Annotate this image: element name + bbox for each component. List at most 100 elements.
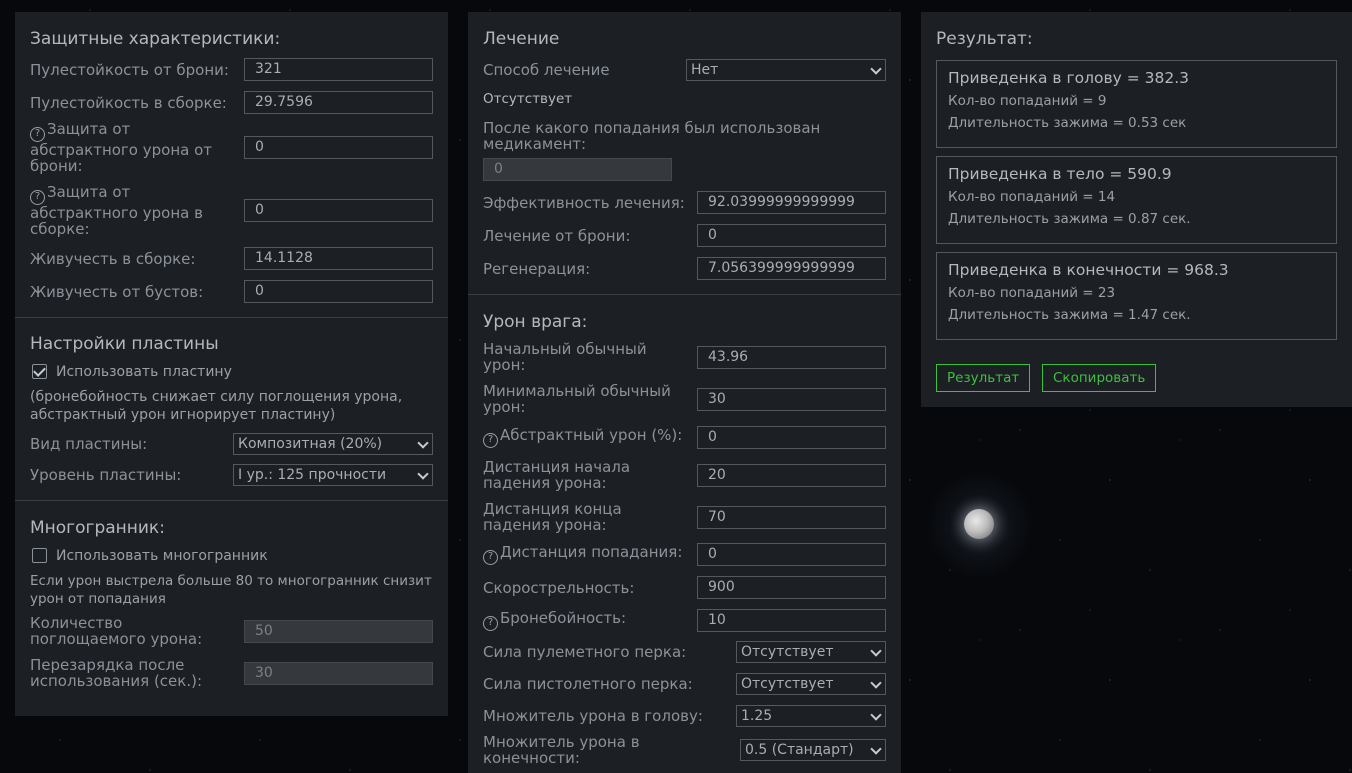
help-icon[interactable]: ?	[483, 550, 498, 565]
heal-method-label: Способ лечение	[483, 61, 610, 79]
help-icon[interactable]: ?	[483, 433, 498, 448]
result-limb-hits: Кол-во попаданий = 23	[948, 285, 1116, 301]
copy-button[interactable]: Скопировать	[1042, 364, 1157, 392]
abstract-armor-text: Защита от абстрактного урона от брони:	[30, 120, 213, 175]
hit-dist-input[interactable]: 0	[697, 543, 886, 566]
head-mult-label: Множитель урона в голову:	[483, 707, 703, 725]
plate-checkbox-label: Использовать пластину	[56, 364, 232, 380]
falloff-start-label: Дистанция начала падения урона:	[483, 458, 631, 492]
rate-input[interactable]: 900	[697, 576, 886, 599]
result-head-hits: Кол-во попаданий = 9	[948, 93, 1107, 109]
heal-method-select[interactable]: Нет	[686, 59, 886, 81]
plate-title: Настройки пластины	[30, 334, 219, 354]
abstract-build-text: Защита от абстрактного урона в сборке:	[30, 183, 203, 238]
armor-bullet-input[interactable]: 321	[244, 58, 433, 81]
abstract-dmg-row: ? Абстрактный урон (%): 0	[483, 426, 886, 449]
plate-type-select[interactable]: Композитная (20%)	[233, 433, 433, 455]
rate-label: Скорострельность:	[483, 578, 635, 597]
abstract-armor-input[interactable]: 0	[244, 136, 433, 159]
plate-type-row: Вид пластины: Композитная (20%)	[30, 433, 433, 455]
result-body-title: Приведенка в тело = 590.9	[948, 165, 1172, 183]
falloff-end-input[interactable]: 70	[697, 505, 886, 529]
result-button[interactable]: Результат	[936, 364, 1031, 392]
plate-section: Настройки пластины Использовать пластину…	[15, 317, 448, 500]
heal-status: Отсутствует	[483, 91, 573, 107]
abstract-dmg-input[interactable]: 0	[697, 426, 886, 449]
poly-reload-input: 30	[244, 661, 433, 685]
hit-dist-label: ? Дистанция попадания:	[483, 544, 697, 565]
mg-perk-label: Сила пулеметного перка:	[483, 643, 687, 661]
plate-level-select[interactable]: I ур.: 125 прочности	[233, 464, 433, 486]
result-body-hits: Кол-во попаданий = 14	[948, 189, 1116, 205]
falloff-start-input[interactable]: 20	[697, 463, 886, 487]
build-bullet-input[interactable]: 29.7596	[244, 91, 433, 114]
abstract-build-input[interactable]: 0	[244, 199, 433, 222]
vitality-boost-row: Живучесть от бустов: 0	[30, 280, 433, 317]
armor-heal-row: Лечение от брони: 0	[483, 224, 886, 247]
after-hit-input: 0	[483, 158, 672, 181]
help-icon[interactable]: ?	[483, 616, 498, 631]
mg-perk-select[interactable]: Отсутствует	[736, 641, 886, 663]
pierce-row: ? Бронебойность: 10	[483, 609, 886, 632]
min-dmg-input[interactable]: 30	[697, 387, 886, 411]
heal-title: Лечение	[483, 29, 560, 49]
armor-heal-label: Лечение от брони:	[483, 226, 631, 245]
limb-mult-row: Множитель урона в конечности: 0.5 (Станд…	[483, 734, 886, 766]
poly-checkbox[interactable]	[32, 548, 47, 563]
initial-dmg-input[interactable]: 43.96	[697, 345, 886, 369]
efficiency-row: Эффективность лечения: 92.03999999999999	[483, 191, 886, 214]
falloff-end-row: Дистанция конца падения урона: 70	[483, 501, 886, 533]
min-dmg-row: Минимальный обычный урон: 30	[483, 383, 886, 415]
abstract-build-row: ? Защита от абстрактного урона в сборке: …	[30, 184, 433, 237]
plate-level-label: Уровень пластины:	[30, 466, 182, 484]
hit-dist-text: Дистанция попадания:	[500, 543, 683, 561]
abstract-armor-label: ? Защита от абстрактного урона от брони:	[30, 121, 244, 174]
plate-checkbox-row[interactable]: Использовать пластину	[30, 364, 433, 380]
falloff-start-row: Дистанция начала падения урона: 20	[483, 459, 886, 491]
abstract-dmg-text: Абстрактный урон (%):	[500, 426, 683, 444]
regen-input[interactable]: 7.056399999999999	[697, 257, 886, 280]
plate-checkbox[interactable]	[32, 364, 47, 379]
defense-section: Защитные характеристики: Пулестойкость о…	[15, 12, 448, 317]
vitality-build-row: Живучесть в сборке: 14.1128	[30, 247, 433, 270]
result-title: Результат:	[936, 29, 1033, 49]
vitality-build-input[interactable]: 14.1128	[244, 247, 433, 270]
chevron-down-icon	[418, 470, 428, 480]
result-head-title: Приведенка в голову = 382.3	[948, 69, 1190, 87]
poly-section: Многогранник: Использовать многогранник …	[15, 500, 448, 689]
result-body-hold: Длительность зажима = 0.87 сек.	[948, 211, 1191, 227]
help-icon[interactable]: ?	[30, 190, 45, 205]
result-body-box: Приведенка в тело = 590.9 Кол-во попадан…	[936, 156, 1337, 244]
plate-note: (бронебойность снижает силу поглощения у…	[30, 389, 403, 423]
help-icon[interactable]: ?	[30, 127, 45, 142]
result-limb-title: Приведенка в конечности = 968.3	[948, 261, 1229, 279]
chevron-down-icon	[871, 647, 881, 657]
armor-bullet-row: Пулестойкость от брони: 321	[30, 58, 433, 81]
initial-dmg-label: Начальный обычный урон:	[483, 340, 647, 374]
pistol-perk-select[interactable]: Отсутствует	[736, 673, 886, 695]
build-bullet-row: Пулестойкость в сборке: 29.7596	[30, 91, 433, 114]
moon-image	[964, 509, 994, 539]
abstract-armor-row: ? Защита от абстрактного урона от брони: …	[30, 121, 433, 174]
poly-absorb-row: Количество поглощаемого урона: 50	[30, 615, 433, 647]
limb-mult-value: 0.5 (Стандарт)	[745, 742, 854, 758]
pierce-text: Бронебойность:	[500, 609, 627, 627]
enemy-title: Урон врага:	[483, 312, 588, 332]
after-hit-label: После какого попадания был использован м…	[483, 119, 821, 153]
falloff-end-label: Дистанция конца падения урона:	[483, 500, 622, 534]
poly-checkbox-row[interactable]: Использовать многогранник	[30, 548, 433, 564]
heal-enemy-panel: Лечение Способ лечение Нет Отсутствует П…	[468, 12, 901, 773]
limb-mult-select[interactable]: 0.5 (Стандарт)	[740, 739, 886, 761]
heal-section: Лечение Способ лечение Нет Отсутствует П…	[468, 12, 901, 294]
plate-level-value: I ур.: 125 прочности	[238, 467, 387, 483]
pierce-input[interactable]: 10	[697, 609, 886, 632]
result-panel: Результат: Приведенка в голову = 382.3 К…	[921, 12, 1352, 407]
initial-dmg-row: Начальный обычный урон: 43.96	[483, 341, 886, 373]
vitality-boost-input[interactable]: 0	[244, 280, 433, 303]
armor-heal-input[interactable]: 0	[697, 224, 886, 247]
result-limb-box: Приведенка в конечности = 968.3 Кол-во п…	[936, 252, 1337, 340]
pistol-perk-row: Сила пистолетного перка: Отсутствует	[483, 673, 886, 695]
efficiency-input[interactable]: 92.03999999999999	[697, 191, 886, 214]
head-mult-select[interactable]: 1.25	[736, 705, 886, 727]
poly-title: Многогранник:	[30, 518, 165, 538]
